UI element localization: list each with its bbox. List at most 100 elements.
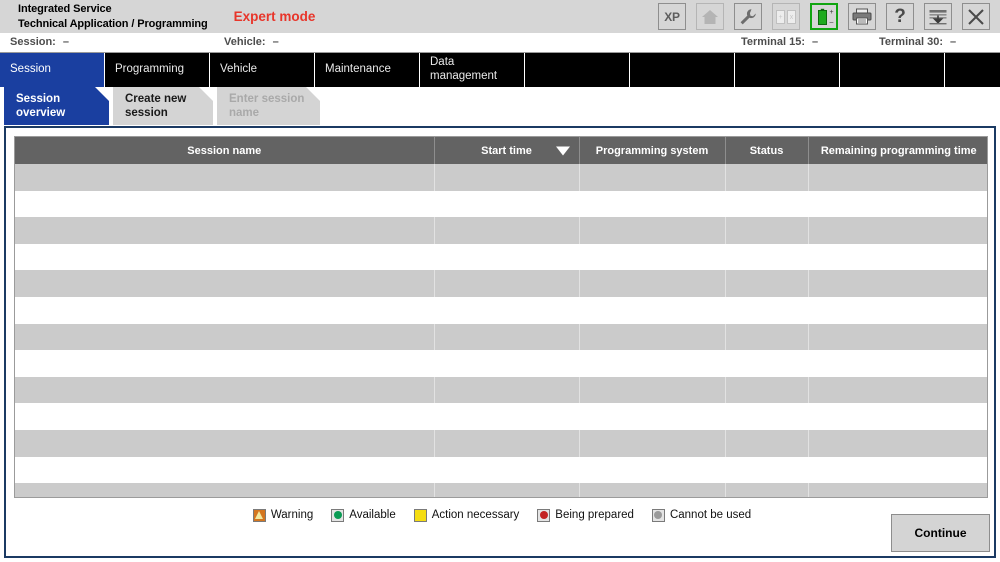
table-row[interactable] (15, 164, 987, 191)
title-bar: Integrated Service Technical Application… (0, 0, 1000, 33)
tab-empty-4[interactable] (840, 53, 945, 87)
cell-session-name (15, 483, 435, 497)
column-label-programming-system: Programming system (595, 144, 709, 157)
cell-session-name (15, 429, 435, 457)
download-button[interactable] (924, 3, 952, 30)
cell-programming-system (579, 296, 725, 324)
settings-wrench-button[interactable] (734, 3, 762, 30)
status-info-strip: Session: – Vehicle: – Terminal 15: – Termin… (0, 33, 1000, 53)
column-header-session-name[interactable]: Session name (15, 137, 435, 164)
cell-status (725, 164, 809, 191)
table-row[interactable] (15, 296, 987, 324)
subtab-session-overview[interactable]: Session overview (4, 87, 109, 125)
sort-descending-icon[interactable] (555, 146, 570, 155)
vehicle-info-value: – (272, 36, 279, 48)
legend-item-warning: Warning (252, 508, 314, 522)
available-icon (331, 508, 345, 522)
continue-button[interactable]: Continue (891, 514, 990, 552)
wrench-icon (739, 8, 757, 26)
cell-programming-system (579, 429, 726, 457)
tab-maintenance[interactable]: Maintenance (315, 53, 420, 87)
cell-remaining-time (808, 376, 987, 404)
column-label-remaining-time: Remaining programming time (820, 144, 977, 157)
compare-windows-button[interactable]: + x (772, 3, 800, 30)
cell-remaining-time (808, 456, 987, 484)
close-button[interactable] (962, 3, 990, 30)
cell-status (725, 243, 808, 271)
session-info-value: – (62, 36, 69, 48)
cell-start-time (434, 190, 579, 218)
column-header-start-time[interactable]: Start time (434, 137, 580, 164)
column-header-remaining-time[interactable]: Remaining programming time (808, 137, 987, 164)
column-label-session-name: Session name (187, 144, 262, 157)
table-row[interactable] (15, 190, 987, 218)
tab-data-management[interactable]: Data management (420, 53, 525, 87)
tab-vehicle[interactable]: Vehicle (210, 53, 315, 87)
cell-status (725, 350, 808, 377)
table-row[interactable] (15, 323, 987, 351)
table-row[interactable] (15, 350, 987, 377)
svg-text:–: – (830, 19, 834, 26)
tab-programming[interactable]: Programming (105, 53, 210, 87)
xp-button[interactable]: XP (658, 3, 686, 30)
cell-start-time (434, 429, 580, 457)
compare-windows-icon: + x (776, 9, 796, 24)
content-panel: Session name Start time Programming syst… (4, 126, 996, 558)
subtab-create-new-session[interactable]: Create new session (113, 87, 213, 125)
legend-label-available: Available (349, 509, 396, 521)
cell-start-time (434, 376, 580, 404)
cell-status (725, 217, 809, 244)
cell-session-name (15, 243, 434, 271)
terminal15-label: Terminal 15: (741, 36, 805, 48)
table-row[interactable] (15, 217, 987, 244)
table-row[interactable] (15, 376, 987, 404)
print-button[interactable] (848, 3, 876, 30)
session-grid: Session name Start time Programming syst… (15, 137, 987, 497)
column-label-start-time: Start time (481, 144, 532, 157)
home-button[interactable] (696, 3, 724, 30)
table-row[interactable] (15, 403, 987, 430)
terminal30-info: Terminal 30: – (879, 36, 956, 48)
session-info-label: Session: (10, 36, 56, 48)
legend-item-action-necessary: Action necessary (413, 508, 520, 522)
table-row[interactable] (15, 456, 987, 484)
table-row[interactable] (15, 270, 987, 297)
cell-start-time (434, 483, 580, 497)
terminal30-value: – (950, 36, 957, 48)
help-button[interactable]: ? (886, 3, 914, 30)
tab-empty-5[interactable] (945, 53, 1000, 87)
table-row[interactable] (15, 429, 987, 457)
cell-session-name (15, 350, 434, 377)
cell-remaining-time (808, 243, 987, 271)
cell-programming-system (579, 243, 725, 271)
cell-status (725, 483, 809, 497)
cell-session-name (15, 403, 434, 430)
tab-empty-2[interactable] (630, 53, 735, 87)
column-header-status[interactable]: Status (725, 137, 809, 164)
column-header-programming-system[interactable]: Programming system (579, 137, 726, 164)
tab-empty-3[interactable] (735, 53, 840, 87)
table-row[interactable] (15, 243, 987, 271)
cell-programming-system (579, 376, 726, 404)
legend-label-warning: Warning (270, 509, 314, 521)
vehicle-info: Vehicle: – (224, 36, 279, 48)
cell-programming-system (579, 190, 725, 218)
tab-session[interactable]: Session (0, 53, 105, 87)
cell-session-name (15, 190, 434, 218)
battery-status-button[interactable]: + – (810, 3, 838, 30)
table-row[interactable] (15, 483, 987, 497)
legend-item-cannot-be-used: Cannot be used (651, 508, 751, 522)
svg-text:+: + (830, 9, 834, 16)
column-label-status: Status (749, 144, 784, 157)
cell-programming-system (579, 217, 726, 244)
cell-programming-system (579, 350, 725, 377)
download-icon (928, 9, 948, 25)
tab-empty-1[interactable] (525, 53, 630, 87)
status-legend: Warning Available Action necessary Being… (6, 504, 998, 526)
battery-icon: + – (814, 7, 834, 27)
cell-start-time (434, 217, 580, 244)
legend-label-action-necessary: Action necessary (431, 509, 520, 521)
session-info: Session: – (10, 36, 69, 48)
action-necessary-icon (413, 508, 427, 522)
vehicle-info-label: Vehicle: (224, 36, 266, 48)
